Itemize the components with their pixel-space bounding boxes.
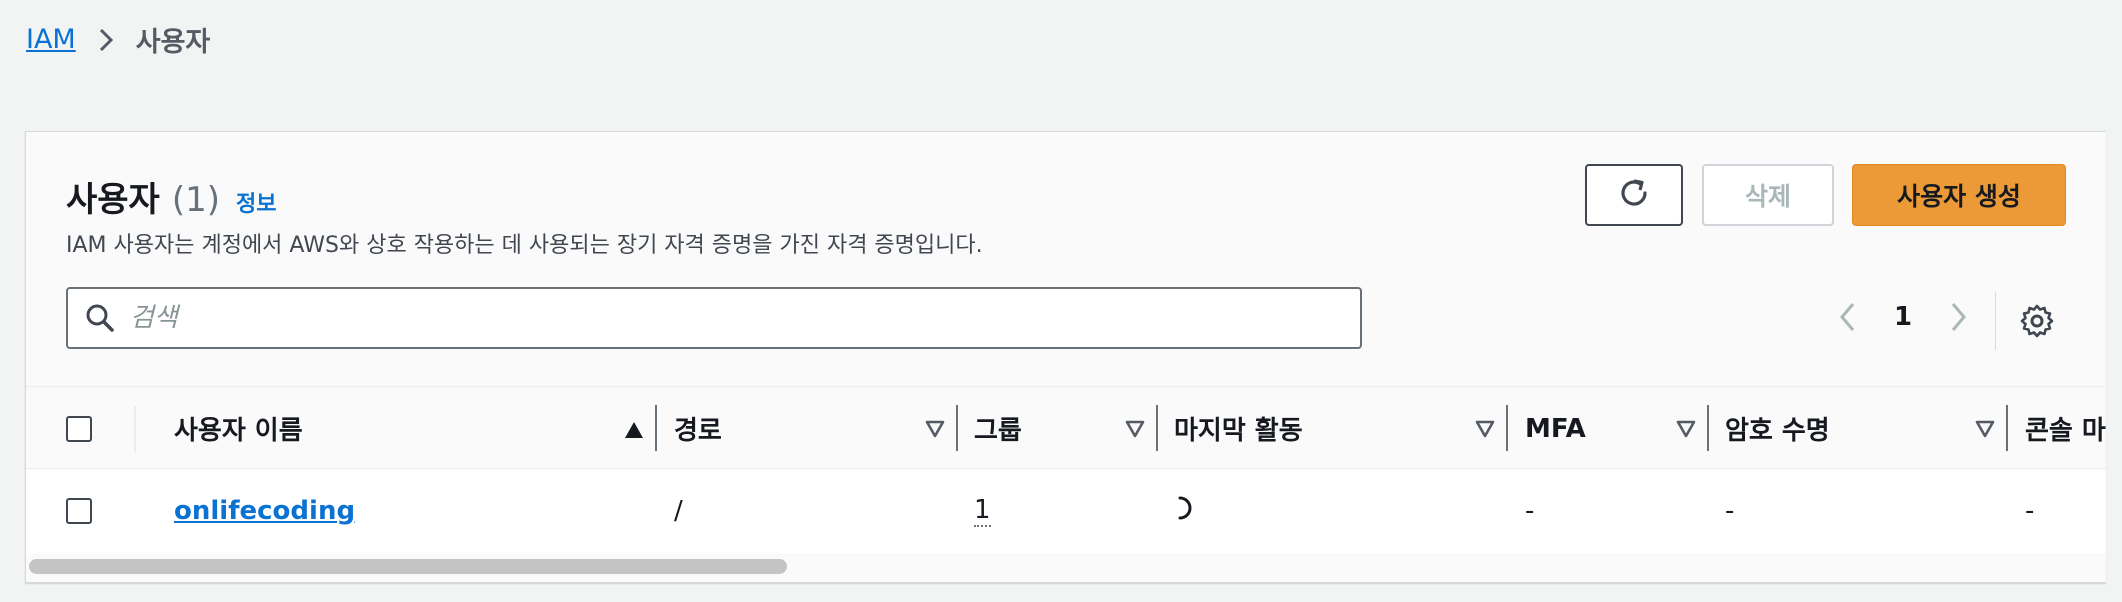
create-user-button[interactable]: 사용자 생성 (1852, 164, 2066, 226)
search-icon (84, 302, 116, 334)
column-header-last-activity[interactable]: 마지막 활동 (1174, 387, 1508, 470)
column-label: 경로 (674, 416, 722, 446)
scrollbar-thumb[interactable] (29, 559, 787, 574)
user-name-link[interactable]: onlifecoding (174, 496, 355, 526)
column-header-console[interactable]: 콘솔 마 (2025, 387, 2106, 470)
column-label: MFA (1525, 413, 1586, 444)
cell-user-name: onlifecoding (174, 469, 355, 553)
pagination: 1 (1828, 297, 1978, 337)
sort-ascending-icon[interactable] (623, 417, 645, 447)
loading-spinner-icon (1174, 494, 1196, 529)
user-count: (1) (171, 180, 221, 220)
panel-description: IAM 사용자는 계정에서 AWS와 상호 작용하는 데 사용되는 장기 자격 … (66, 233, 983, 258)
column-divider[interactable] (1156, 405, 1158, 451)
sort-icon[interactable] (1124, 416, 1146, 446)
cell-console: - (2025, 496, 2035, 526)
groups-count[interactable]: 1 (974, 495, 991, 527)
row-select-cell (66, 469, 92, 553)
column-label: 그룹 (974, 416, 1022, 446)
panel-header: 사용자 (1) 정보 (66, 172, 277, 221)
column-divider[interactable] (1707, 405, 1709, 451)
page-title: 사용자 (66, 180, 160, 220)
header-divider (134, 405, 136, 452)
column-divider[interactable] (655, 405, 657, 451)
sort-icon[interactable] (1974, 416, 1996, 446)
sort-icon[interactable] (924, 416, 946, 446)
column-header-groups[interactable]: 그룹 (974, 387, 1158, 470)
breadcrumb-iam-link[interactable]: IAM (26, 24, 76, 55)
select-all-cell (66, 387, 106, 470)
refresh-button[interactable] (1585, 164, 1683, 226)
search-input[interactable] (128, 302, 1332, 334)
page-number[interactable]: 1 (1868, 302, 1938, 332)
cell-password-age: - (1725, 496, 1735, 526)
gear-icon[interactable] (2017, 301, 2057, 341)
cell-mfa: - (1525, 496, 1535, 526)
column-header-path[interactable]: 경로 (674, 387, 958, 470)
delete-button[interactable]: 삭제 (1702, 164, 1834, 226)
sort-icon[interactable] (1675, 416, 1697, 446)
column-divider[interactable] (2006, 405, 2008, 451)
search-box[interactable] (66, 287, 1362, 349)
chevron-right-icon (98, 27, 114, 53)
refresh-icon (1616, 175, 1652, 215)
column-label: 암호 수명 (1725, 416, 1830, 446)
column-label: 콘솔 마 (2025, 416, 2106, 446)
column-label: 마지막 활동 (1174, 416, 1303, 446)
cell-groups: 1 (974, 469, 991, 554)
column-header-password-age[interactable]: 암호 수명 (1725, 387, 2008, 470)
column-divider[interactable] (1506, 405, 1508, 451)
sort-icon[interactable] (1474, 416, 1496, 446)
cell-last-activity (1174, 469, 1196, 553)
next-page-icon[interactable] (1938, 297, 1978, 337)
column-divider[interactable] (956, 405, 958, 451)
users-panel: 사용자 (1) 정보 IAM 사용자는 계정에서 AWS와 상호 작용하는 데 … (25, 131, 2106, 583)
table-header: 사용자 이름 경로 그룹 마지막 활동 MFA 암호 수명 콘솔 마 (26, 386, 2106, 469)
info-link[interactable]: 정보 (236, 186, 276, 218)
column-label: 사용자 이름 (174, 416, 303, 446)
cell-path: / (674, 496, 683, 526)
previous-page-icon[interactable] (1828, 297, 1868, 337)
column-header-mfa[interactable]: MFA (1525, 387, 1709, 470)
breadcrumb-current: 사용자 (135, 27, 211, 58)
select-all-checkbox[interactable] (66, 415, 92, 442)
table-row: onlifecoding / 1 - - - (26, 469, 2106, 553)
pager-divider (1995, 292, 1996, 350)
horizontal-scrollbar[interactable] (26, 553, 2106, 582)
breadcrumb: IAM 사용자 (26, 20, 210, 59)
column-header-user-name[interactable]: 사용자 이름 (174, 387, 657, 470)
row-checkbox[interactable] (66, 498, 92, 524)
